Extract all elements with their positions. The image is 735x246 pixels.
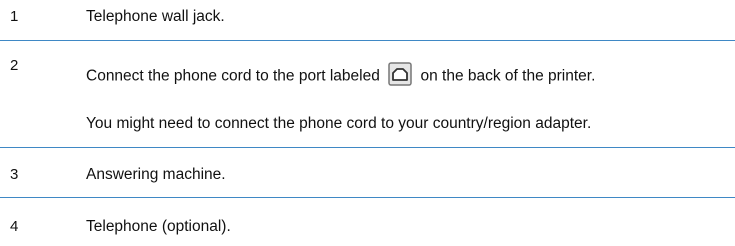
phone-port-icon (388, 62, 412, 86)
row-description-part-1: Connect the phone cord to the port label… (86, 67, 380, 85)
legend-row-2: 2 Connect the phone cord to the port lab… (0, 57, 735, 86)
row-note: You might need to connect the phone cord… (86, 115, 592, 132)
row-description: Connect the phone cord to the port label… (86, 62, 596, 86)
legend-row-4: 4 Telephone (optional). (0, 218, 735, 238)
row-divider (0, 197, 735, 198)
row-number: 4 (10, 218, 19, 235)
legend-row-3: 3 Answering machine. (0, 166, 735, 186)
row-description: Telephone wall jack. (86, 8, 225, 25)
row-divider (0, 147, 735, 148)
row-divider (0, 40, 735, 41)
legend-row-2-note: You might need to connect the phone cord… (0, 115, 735, 135)
row-number: 1 (10, 8, 19, 25)
legend-row-1: 1 Telephone wall jack. (0, 8, 735, 28)
row-number: 2 (10, 57, 19, 74)
row-description: Answering machine. (86, 166, 226, 183)
row-description: Telephone (optional). (86, 218, 231, 235)
callout-legend-table: 1 Telephone wall jack. 2 Connect the pho… (0, 0, 735, 246)
row-description-part-2: on the back of the printer. (420, 67, 596, 85)
row-number: 3 (10, 166, 19, 183)
